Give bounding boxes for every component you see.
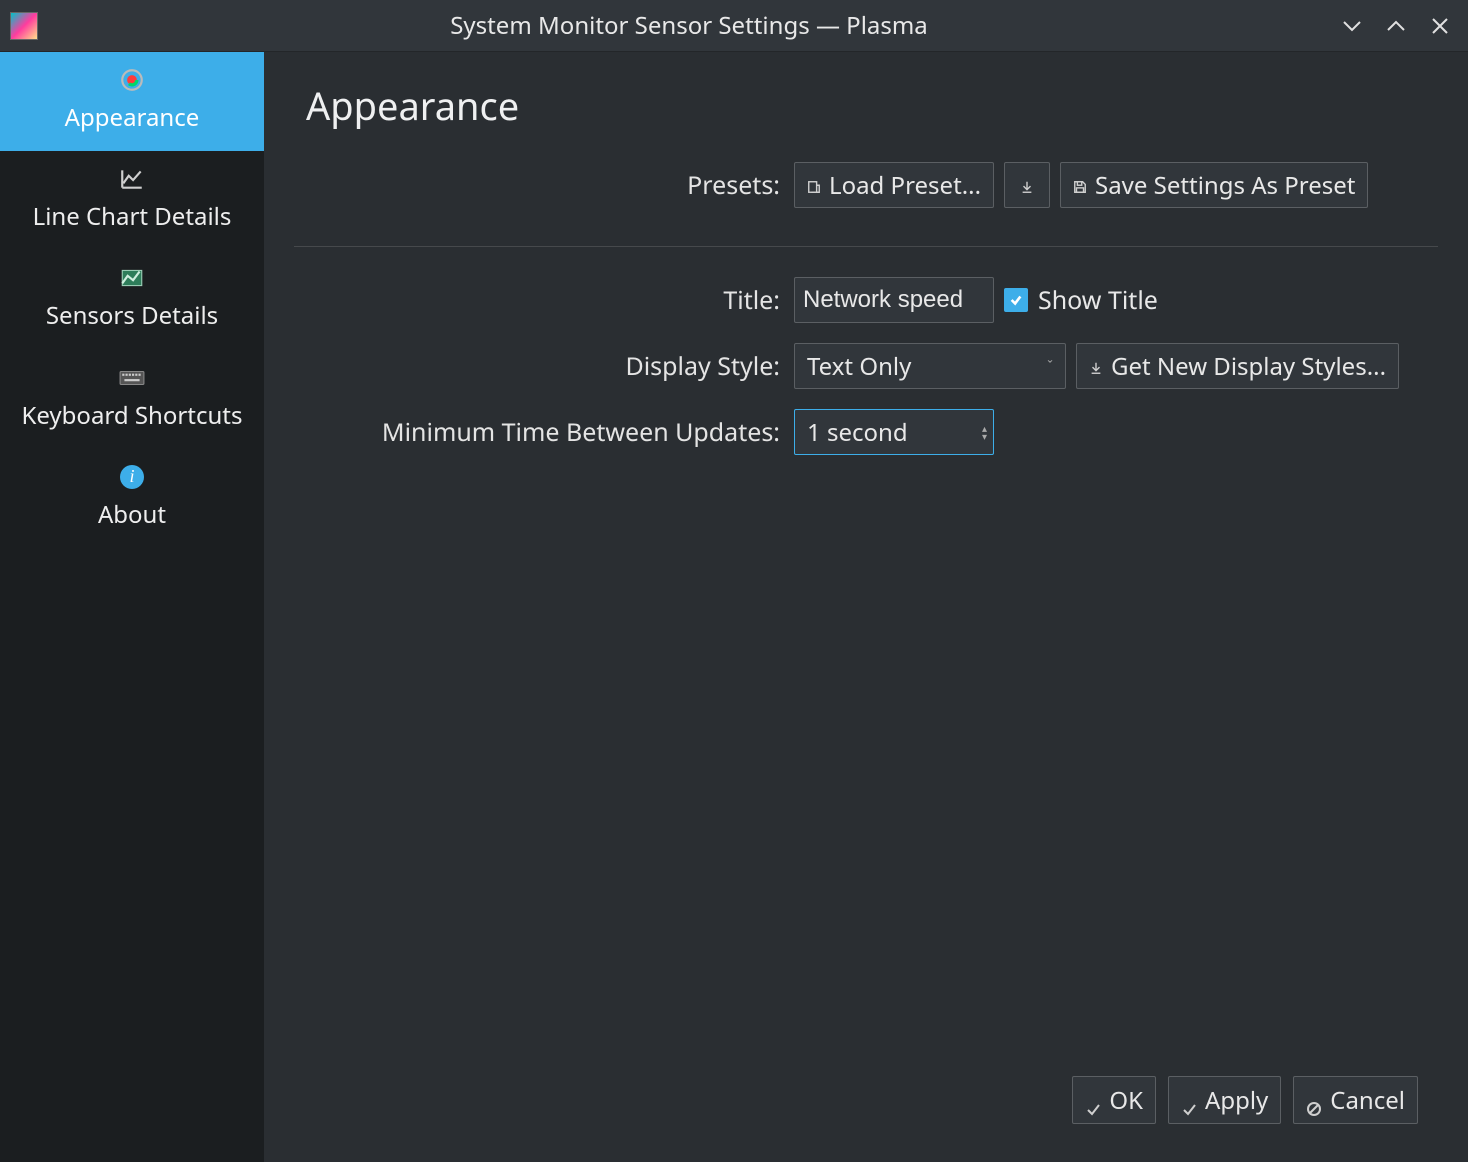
load-preset-button[interactable]: Load Preset... bbox=[794, 162, 994, 208]
app-icon bbox=[10, 12, 38, 40]
line-chart-icon bbox=[118, 165, 146, 193]
display-style-row: Display Style: Text Only ˇ Get New Displ… bbox=[294, 343, 1438, 389]
titlebar: System Monitor Sensor Settings — Plasma bbox=[0, 0, 1468, 52]
form-area: Presets: Load Preset... Save S bbox=[294, 162, 1438, 455]
button-label: Cancel bbox=[1330, 1084, 1405, 1117]
window-title: System Monitor Sensor Settings — Plasma bbox=[50, 9, 1328, 42]
cancel-button[interactable]: Cancel bbox=[1293, 1076, 1418, 1124]
display-style-select[interactable]: Text Only ˇ bbox=[794, 343, 1066, 389]
min-update-label: Minimum Time Between Updates: bbox=[294, 415, 784, 449]
appearance-icon bbox=[118, 66, 146, 94]
sidebar-item-label: Keyboard Shortcuts bbox=[22, 400, 243, 431]
sidebar-item-label: Line Chart Details bbox=[33, 201, 232, 232]
sensors-icon bbox=[118, 264, 146, 292]
cancel-icon bbox=[1306, 1092, 1322, 1108]
spin-value: 1 second bbox=[807, 416, 908, 449]
check-icon bbox=[1085, 1092, 1101, 1108]
show-title-label: Show Title bbox=[1038, 283, 1158, 317]
sidebar-item-label: Appearance bbox=[65, 102, 200, 133]
get-new-styles-button[interactable]: Get New Display Styles... bbox=[1076, 343, 1399, 389]
dialog-footer: OK Apply Cancel bbox=[294, 1064, 1438, 1142]
display-style-label: Display Style: bbox=[294, 349, 784, 383]
spin-arrows-icon: ▴▾ bbox=[982, 424, 987, 440]
button-label: Save Settings As Preset bbox=[1095, 169, 1355, 202]
chevron-down-icon: ˇ bbox=[1047, 357, 1053, 376]
button-label: Apply bbox=[1205, 1084, 1268, 1117]
show-title-checkbox[interactable] bbox=[1004, 288, 1028, 312]
title-label: Title: bbox=[294, 283, 784, 317]
title-input-field[interactable] bbox=[803, 278, 985, 322]
button-label: OK bbox=[1109, 1084, 1143, 1117]
presets-label: Presets: bbox=[294, 168, 784, 202]
title-input[interactable] bbox=[794, 277, 994, 323]
button-label: Load Preset... bbox=[829, 169, 981, 202]
download-icon bbox=[1089, 350, 1103, 383]
info-icon: i bbox=[118, 463, 146, 491]
main-panel: Appearance Presets: Load Preset... bbox=[264, 52, 1468, 1162]
sidebar-item-sensors-details[interactable]: Sensors Details bbox=[0, 250, 264, 349]
save-icon bbox=[1073, 169, 1087, 202]
sidebar-item-label: Sensors Details bbox=[46, 300, 218, 331]
title-row: Title: Show Title bbox=[294, 277, 1438, 323]
content: Appearance Line Chart Details Sensors De… bbox=[0, 52, 1468, 1162]
page-heading: Appearance bbox=[306, 80, 1438, 132]
window-controls bbox=[1340, 14, 1452, 38]
select-value: Text Only bbox=[807, 350, 911, 383]
presets-row: Presets: Load Preset... Save S bbox=[294, 162, 1438, 208]
save-preset-button[interactable]: Save Settings As Preset bbox=[1060, 162, 1368, 208]
button-label: Get New Display Styles... bbox=[1111, 350, 1386, 383]
keyboard-icon bbox=[118, 364, 146, 392]
ok-button[interactable]: OK bbox=[1072, 1076, 1156, 1124]
separator bbox=[294, 246, 1438, 247]
sidebar-item-about[interactable]: i About bbox=[0, 449, 264, 548]
sidebar-item-appearance[interactable]: Appearance bbox=[0, 52, 264, 151]
download-icon bbox=[1020, 169, 1034, 202]
sidebar: Appearance Line Chart Details Sensors De… bbox=[0, 52, 264, 1162]
download-preset-button[interactable] bbox=[1004, 162, 1050, 208]
minimize-button[interactable] bbox=[1340, 14, 1364, 38]
maximize-button[interactable] bbox=[1384, 14, 1408, 38]
sidebar-item-label: About bbox=[98, 499, 166, 530]
sidebar-item-keyboard-shortcuts[interactable]: Keyboard Shortcuts bbox=[0, 350, 264, 449]
close-button[interactable] bbox=[1428, 14, 1452, 38]
sidebar-item-line-chart-details[interactable]: Line Chart Details bbox=[0, 151, 264, 250]
apply-button[interactable]: Apply bbox=[1168, 1076, 1281, 1124]
min-update-row: Minimum Time Between Updates: 1 second ▴… bbox=[294, 409, 1438, 455]
check-icon bbox=[1181, 1092, 1197, 1108]
min-update-spinbox[interactable]: 1 second ▴▾ bbox=[794, 409, 994, 455]
document-open-icon bbox=[807, 169, 821, 202]
